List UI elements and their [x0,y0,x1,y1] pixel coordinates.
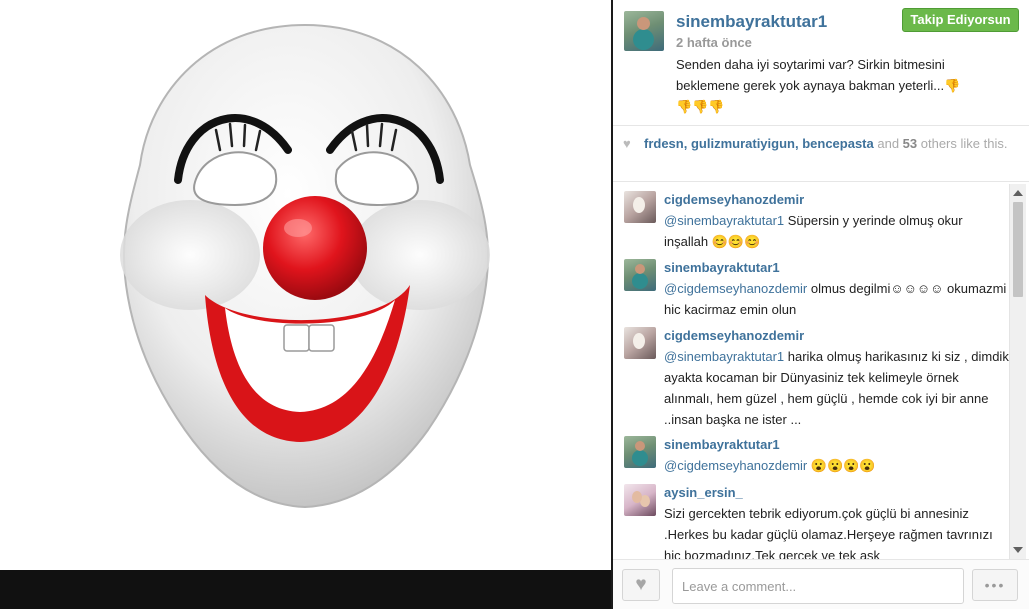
commenter-avatar[interactable] [624,436,656,468]
post-panel: sinembayraktutar1 2 hafta önce Takip Edi… [613,0,1029,609]
comment-body: Sizi gercekten tebrik ediyorum.çok güçlü… [664,506,993,559]
comment-mention[interactable]: @sinembayraktutar1 [664,349,784,364]
likes-count[interactable]: 53 [903,136,917,151]
comment-text: @sinembayraktutar1 harika olmuş harikası… [664,346,1009,430]
likes-summary: ♥ frdesn, gulizmuratiyigun, bencepasta an… [623,136,1019,152]
liker-link[interactable]: gulizmuratiyigun [691,136,795,151]
commenter-avatar[interactable] [624,259,656,291]
likes-and-text: and [873,136,903,151]
post-header: sinembayraktutar1 2 hafta önce Takip Edi… [613,0,1029,125]
comment-text: @cigdemseyhanozdemir 😮😮😮😮 [664,455,1009,476]
post-photo[interactable] [0,0,611,570]
photo-pane [0,0,611,609]
comment-mention[interactable]: @cigdemseyhanozdemir [664,281,807,296]
heart-icon: ♥ [635,574,647,595]
comment-text: Sizi gercekten tebrik ediyorum.çok güçlü… [664,503,1009,559]
comment-text: @cigdemseyhanozdemir olmus degilmi☺☺☺☺ o… [664,278,1009,320]
clown-mask-image [120,23,490,509]
post-caption: Senden daha iyi soytarimi var? Sirkin bi… [676,57,961,114]
more-options-button[interactable]: ••• [972,569,1018,601]
comments-list[interactable]: cigdemseyhanozdemir @sinembayraktutar1 S… [613,182,1029,559]
comment-text: @sinembayraktutar1 Süpersin y yerinde ol… [664,210,1009,252]
commenter-avatar[interactable] [624,327,656,359]
commenter-username[interactable]: sinembayraktutar1 [664,260,780,275]
liker-link[interactable]: bencepasta [802,136,874,151]
arrow-up-icon[interactable] [1013,190,1023,196]
owner-username[interactable]: sinembayraktutar1 [676,12,827,32]
likes-others-text: others like this. [917,136,1008,151]
comment-mention[interactable]: @cigdemseyhanozdemir [664,458,807,473]
like-button[interactable]: ♥ [622,569,660,601]
comment-footer: ♥ ••• [613,559,1029,609]
scrollbar-thumb[interactable] [1013,202,1023,297]
commenter-username[interactable]: sinembayraktutar1 [664,437,780,452]
owner-avatar[interactable] [624,11,664,51]
commenter-username[interactable]: cigdemseyhanozdemir [664,192,804,207]
comment-body: 😮😮😮😮 [807,458,876,473]
commenter-username[interactable]: cigdemseyhanozdemir [664,328,804,343]
commenter-avatar[interactable] [624,191,656,223]
commenter-avatar[interactable] [624,484,656,516]
liker-separator: , [683,136,691,151]
following-button[interactable]: Takip Ediyorsun [902,8,1019,32]
arrow-down-icon[interactable] [1013,547,1023,553]
comments-scrollbar[interactable] [1009,184,1026,559]
dots-icon: ••• [984,577,1006,593]
commenter-username[interactable]: aysin_ersin_ [664,485,743,500]
post-timestamp: 2 hafta önce [676,35,752,50]
comment-mention[interactable]: @sinembayraktutar1 [664,213,784,228]
liker-link[interactable]: frdesn [644,136,684,151]
comment-input[interactable] [672,568,964,604]
header-divider [613,125,1029,126]
heart-icon: ♥ [623,136,631,151]
